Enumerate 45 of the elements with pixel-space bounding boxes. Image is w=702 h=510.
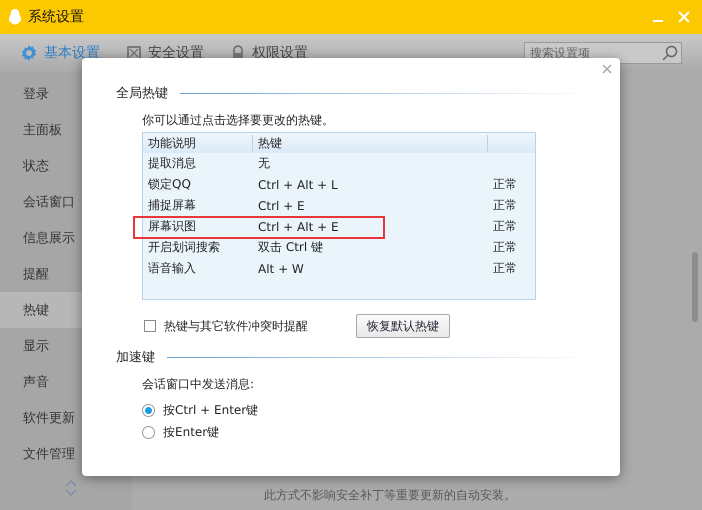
radio-label: 按Enter键 (163, 424, 220, 440)
table-cell-text: Ctrl + Alt + E (257, 220, 340, 234)
window-title: 系统设置 (28, 8, 85, 26)
table-cell-text: 正常 (492, 218, 518, 235)
table-cell-text: 正常 (492, 260, 518, 277)
column-header: 功能说明 (143, 134, 253, 152)
checkbox-label: 热键与其它软件冲突时提醒 (164, 318, 309, 334)
section-title: 全局热键 (116, 85, 168, 102)
table-cell-text: 语音输入 (147, 260, 197, 277)
table-cell-text: Alt + W (257, 262, 305, 276)
radio-button[interactable] (142, 404, 155, 416)
table-cell-text: 屏幕识图 (147, 218, 197, 235)
table-row[interactable]: 屏幕识图 Ctrl + Alt + E 正常 (143, 216, 535, 237)
search-icon[interactable] (662, 45, 678, 61)
hint-text: 你可以通过点击选择要更改的热键。 (142, 112, 335, 129)
gear-icon (20, 44, 38, 62)
option-note: 此方式不影响安全补丁等重要更新的自动安装。 (263, 487, 517, 504)
table-cell-text: 提取消息 (147, 155, 197, 172)
table-cell-text: 捕捉屏幕 (147, 197, 197, 214)
scrollbar[interactable] (692, 252, 698, 322)
section-title: 加速键 (116, 349, 155, 366)
table-cell-text: Ctrl + Alt + L (257, 178, 339, 192)
table-cell-text: 无 (257, 155, 271, 172)
table-row[interactable]: 锁定QQ Ctrl + Alt + L 正常 (143, 174, 535, 195)
table-row[interactable]: 开启划词搜索 双击 Ctrl 键 正常 (143, 237, 535, 258)
table-cell-text: 开启划词搜索 (147, 239, 221, 256)
radio-button[interactable] (142, 426, 155, 438)
scroll-up-icon[interactable] (65, 480, 77, 487)
table-cell-text: 锁定QQ (147, 176, 192, 193)
table-cell-text: 正常 (492, 176, 518, 193)
table-row[interactable]: 语音输入 Alt + W 正常 (143, 258, 535, 279)
checkbox[interactable] (144, 320, 156, 332)
table-cell-text: 正常 (492, 197, 518, 214)
restore-defaults-button[interactable]: 恢复默认热键 (356, 314, 450, 338)
table-cell-text: 正常 (492, 239, 518, 256)
penguin-icon (8, 8, 22, 26)
scroll-down-icon[interactable] (65, 489, 77, 496)
table-row[interactable]: 提取消息 无 (143, 153, 535, 174)
table-row[interactable]: 捕捉屏幕 Ctrl + E 正常 (143, 195, 535, 216)
radio-label: 按Ctrl + Enter键 (163, 402, 258, 418)
table-cell-text: Ctrl + E (257, 198, 306, 212)
column-header: 热键 (253, 134, 488, 152)
close-icon[interactable] (602, 64, 612, 74)
table-cell-text: 双击 Ctrl 键 (257, 239, 324, 256)
field-label: 会话窗口中发送消息: (142, 376, 256, 393)
